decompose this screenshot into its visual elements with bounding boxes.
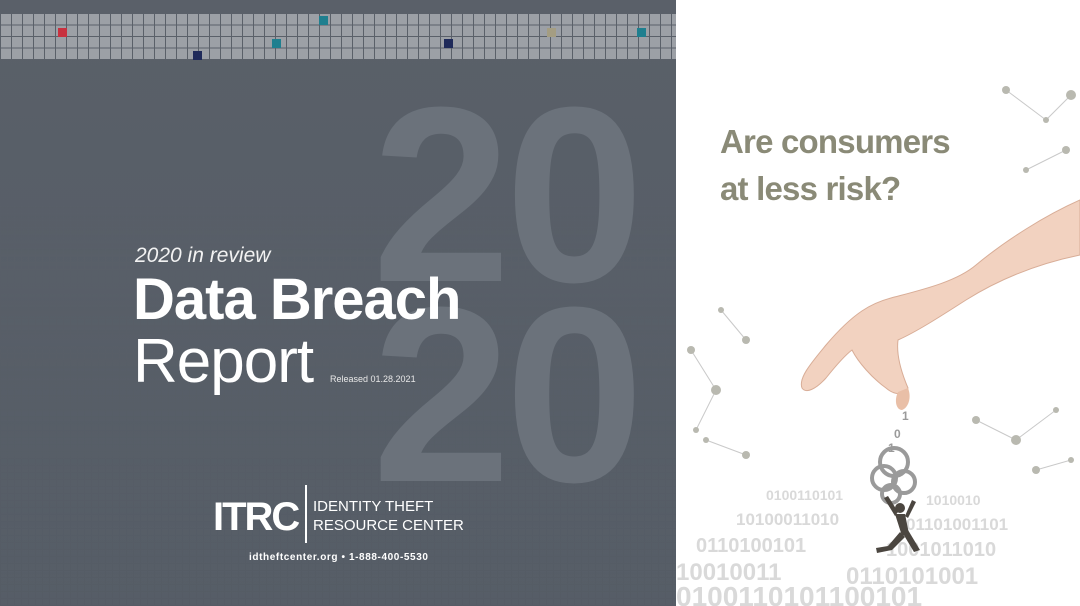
logo-name-line2: RESOURCE CENTER [313,517,464,534]
accent-square [547,28,556,37]
contact-line: idtheftcenter.org • 1-888-400-5530 [249,552,429,563]
cover-headline: Are consumers at less risk? [720,118,1060,212]
pixel-band-left [0,14,676,60]
accent-square [193,51,202,60]
svg-text:0110100101: 0110100101 [696,535,806,557]
cover-title-line1: Data Breach [133,267,461,332]
logo-mark: ITRC [213,495,300,539]
logo-divider [305,485,307,543]
svg-text:0100110101: 0100110101 [766,487,843,503]
cover-title-line2: Report [133,327,314,396]
svg-text:0100110101100101: 0100110101100101 [676,581,922,606]
illustration-panel: 0100110101 1010010 10100011010 011010011… [676,0,1080,606]
accent-square [58,28,67,37]
svg-text:10100011010: 10100011010 [736,510,839,529]
accent-square [444,39,453,48]
svg-text:01101001101: 01101001101 [906,515,1008,534]
accent-square [319,16,328,25]
accent-square [637,28,646,37]
headline-line2: at less risk? [720,170,901,207]
logo-name: IDENTITY THEFT RESOURCE CENTER [313,497,464,535]
logo-name-line1: IDENTITY THEFT [313,498,434,515]
cover-subtitle: 2020 in review [135,244,271,267]
headline-line1: Are consumers [720,123,951,160]
accent-square [272,39,281,48]
svg-text:1010010: 1010010 [926,492,981,508]
svg-text:0: 0 [894,427,901,441]
cover-panel: 20 20 2020 in review Data Breach Report … [0,0,676,606]
release-date: Released 01.28.2021 [330,374,416,384]
svg-text:1: 1 [888,441,895,455]
hand-binary-illustration: 0100110101 1010010 10100011010 011010011… [676,86,1080,606]
svg-text:1: 1 [902,409,909,423]
svg-text:1001011010: 1001011010 [886,539,996,561]
